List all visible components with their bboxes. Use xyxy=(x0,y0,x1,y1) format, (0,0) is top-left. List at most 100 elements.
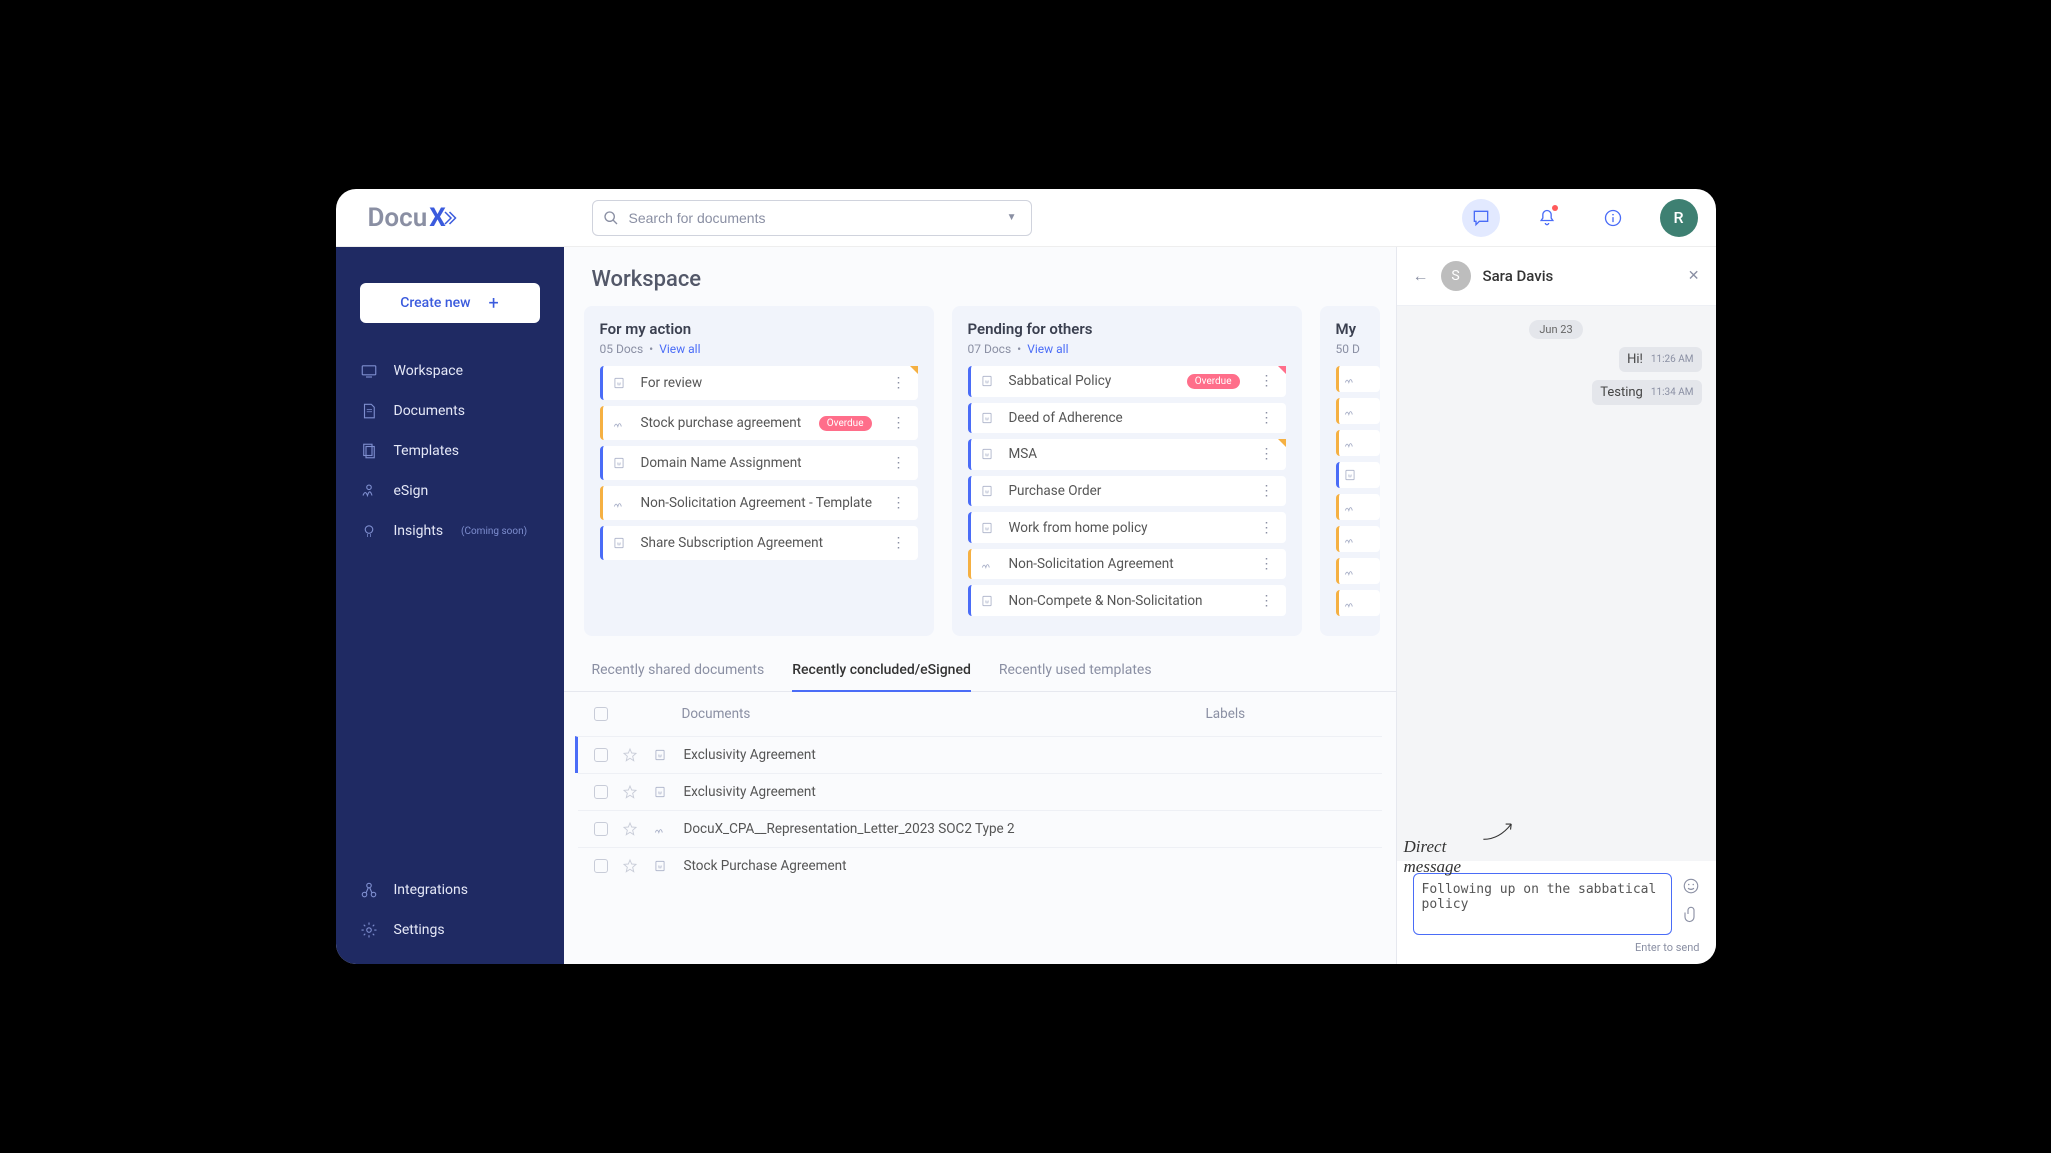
tab[interactable]: Recently used templates xyxy=(999,662,1152,691)
star-icon[interactable] xyxy=(622,821,638,837)
kebab-icon[interactable]: ⋮ xyxy=(1377,435,1380,451)
message-input[interactable] xyxy=(1413,873,1672,935)
doc-item[interactable]: w MSA ⋮ xyxy=(968,439,1286,470)
table-row[interactable]: DocuX_CPA__Representation_Letter_2023 SO… xyxy=(578,810,1382,847)
doc-item[interactable]: w Sabbatical Policy Overdue ⋮ xyxy=(968,366,1286,397)
svg-text:w: w xyxy=(617,541,621,547)
search-icon xyxy=(603,210,619,226)
kebab-icon[interactable]: ⋮ xyxy=(888,455,910,471)
doc-type-icon xyxy=(1343,372,1357,386)
view-all-link[interactable]: View all xyxy=(659,342,700,356)
doc-item[interactable]: ⋮ xyxy=(1336,430,1380,456)
star-icon[interactable] xyxy=(622,858,638,874)
sidebar-item-label: Workspace xyxy=(394,363,464,379)
cards-row: For my action 05 Docs • View all w For r… xyxy=(564,306,1396,636)
sidebar-item-documents[interactable]: Documents xyxy=(336,391,564,431)
view-all-link[interactable]: View all xyxy=(1027,342,1068,356)
sidebar-item-workspace[interactable]: Workspace xyxy=(336,351,564,391)
doc-item[interactable]: w Non-Compete & Non-Solicitation ⋮ xyxy=(968,585,1286,616)
doc-item[interactable]: w Purchase Order ⋮ xyxy=(968,476,1286,507)
doc-item[interactable]: ⋮ xyxy=(1336,398,1380,424)
doc-type-icon: w xyxy=(650,748,670,762)
kebab-icon[interactable]: ⋮ xyxy=(1377,595,1380,611)
doc-item[interactable]: Stock purchase agreement Overdue ⋮ xyxy=(600,406,918,440)
kebab-icon[interactable]: ⋮ xyxy=(1256,373,1278,389)
svg-text:w: w xyxy=(1348,473,1352,479)
table-row[interactable]: w Stock Purchase Agreement xyxy=(578,847,1382,884)
kebab-icon[interactable]: ⋮ xyxy=(888,415,910,431)
kebab-icon[interactable]: ⋮ xyxy=(1256,593,1278,609)
plus-icon: + xyxy=(489,293,499,314)
table-row[interactable]: w Exclusivity Agreement xyxy=(575,736,1382,773)
kebab-icon[interactable]: ⋮ xyxy=(1377,403,1380,419)
info-icon[interactable] xyxy=(1594,199,1632,237)
coming-soon-tag: (Coming soon) xyxy=(461,526,527,537)
chat-icon[interactable] xyxy=(1462,199,1500,237)
select-all-checkbox[interactable] xyxy=(594,707,608,721)
attachment-icon[interactable] xyxy=(1682,905,1700,923)
row-checkbox[interactable] xyxy=(594,785,608,799)
doc-item[interactable]: w Work from home policy ⋮ xyxy=(968,512,1286,543)
tab[interactable]: Recently shared documents xyxy=(592,662,765,691)
table-row[interactable]: w Exclusivity Agreement xyxy=(578,773,1382,810)
sidebar-item-settings[interactable]: Settings xyxy=(336,910,564,950)
kebab-icon[interactable]: ⋮ xyxy=(1256,520,1278,536)
callout-arrow-icon xyxy=(1482,813,1517,849)
close-icon[interactable]: ✕ xyxy=(1688,268,1700,284)
kebab-icon[interactable]: ⋮ xyxy=(888,375,910,391)
kebab-icon[interactable]: ⋮ xyxy=(1256,556,1278,572)
message-timestamp: 11:34 AM xyxy=(1651,387,1694,398)
kebab-icon[interactable]: ⋮ xyxy=(1256,410,1278,426)
doc-item[interactable]: ⋮ xyxy=(1336,590,1380,616)
kebab-icon[interactable]: ⋮ xyxy=(1256,446,1278,462)
search-input[interactable] xyxy=(629,210,993,226)
star-icon[interactable] xyxy=(622,747,638,763)
doc-item[interactable]: ⋮ xyxy=(1336,558,1380,584)
notifications-icon[interactable] xyxy=(1528,199,1566,237)
doc-item[interactable]: ⋮ xyxy=(1336,494,1380,520)
logo-mark-icon xyxy=(442,209,460,227)
star-icon[interactable] xyxy=(622,784,638,800)
doc-item[interactable]: w Domain Name Assignment ⋮ xyxy=(600,446,918,480)
doc-item[interactable]: Non-Solicitation Agreement ⋮ xyxy=(968,549,1286,580)
svg-text:w: w xyxy=(985,489,989,495)
kebab-icon[interactable]: ⋮ xyxy=(1377,499,1380,515)
sidebar-item-esign[interactable]: eSign xyxy=(336,471,564,511)
search-dropdown-icon[interactable]: ▼ xyxy=(1003,212,1021,223)
svg-text:w: w xyxy=(617,461,621,467)
doc-item[interactable]: ⋮ xyxy=(1336,526,1380,552)
doc-type-icon xyxy=(1343,532,1357,546)
integrations-icon xyxy=(360,881,380,899)
emoji-icon[interactable] xyxy=(1682,877,1700,895)
kebab-icon[interactable]: ⋮ xyxy=(1377,563,1380,579)
kebab-icon[interactable]: ⋮ xyxy=(1377,371,1380,387)
tab[interactable]: Recently concluded/eSigned xyxy=(792,662,971,692)
chat-contact-name: Sara Davis xyxy=(1483,267,1676,285)
sidebar-item-integrations[interactable]: Integrations xyxy=(336,870,564,910)
create-button[interactable]: Create new + xyxy=(360,283,540,323)
sidebar-item-templates[interactable]: Templates xyxy=(336,431,564,471)
sidebar-item-label: eSign xyxy=(394,483,429,499)
logo: DocuX xyxy=(354,203,564,233)
kebab-icon[interactable]: ⋮ xyxy=(1377,467,1380,483)
user-avatar[interactable]: R xyxy=(1660,199,1698,237)
row-checkbox[interactable] xyxy=(594,748,608,762)
kebab-icon[interactable]: ⋮ xyxy=(888,535,910,551)
kebab-icon[interactable]: ⋮ xyxy=(1377,531,1380,547)
doc-item[interactable]: w Share Subscription Agreement ⋮ xyxy=(600,526,918,560)
doc-item[interactable]: w Deed of Adherence ⋮ xyxy=(968,403,1286,434)
doc-label: Non-Compete & Non-Solicitation xyxy=(1009,593,1246,609)
doc-type-icon xyxy=(1343,436,1357,450)
doc-item[interactable]: ⋮ xyxy=(1336,366,1380,392)
back-icon[interactable]: ← xyxy=(1413,266,1429,286)
sidebar-item-insights[interactable]: Insights (Coming soon) xyxy=(336,511,564,551)
kebab-icon[interactable]: ⋮ xyxy=(1256,483,1278,499)
kebab-icon[interactable]: ⋮ xyxy=(888,495,910,511)
row-checkbox[interactable] xyxy=(594,859,608,873)
doc-item[interactable]: Non-Solicitation Agreement - Template ⋮ xyxy=(600,486,918,520)
doc-item[interactable]: w For review ⋮ xyxy=(600,366,918,400)
search-bar[interactable]: ▼ xyxy=(592,200,1032,236)
svg-text:w: w xyxy=(985,453,989,459)
row-checkbox[interactable] xyxy=(594,822,608,836)
doc-item[interactable]: w ⋮ xyxy=(1336,462,1380,488)
